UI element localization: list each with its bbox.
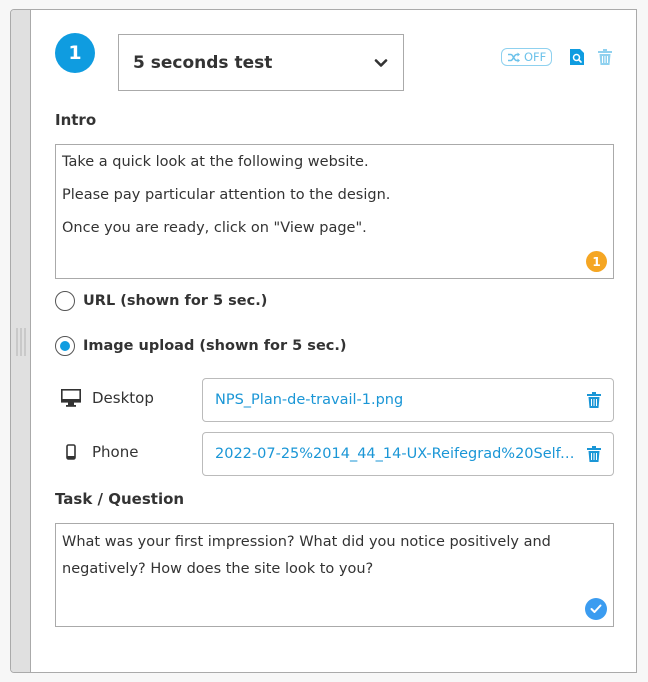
test-step-card: 1 5 seconds test OFF Intro Take a quick …: [10, 9, 637, 673]
shuffle-icon: [508, 52, 520, 62]
delete-step-trash-icon[interactable]: [598, 49, 613, 65]
phone-label: Phone: [92, 443, 139, 461]
phone-file-field[interactable]: 2022-07-25%2014_44_14-UX-Reifegrad%20Sel…: [202, 432, 614, 476]
valid-check-icon: [585, 598, 607, 620]
notice-count-badge: 1: [586, 251, 607, 272]
chevron-down-icon: [374, 58, 388, 67]
intro-line: Please pay particular attention to the d…: [62, 187, 391, 203]
delete-desktop-file-trash-icon[interactable]: [587, 392, 601, 408]
intro-textarea[interactable]: Take a quick look at the following websi…: [55, 144, 614, 279]
radio-image-upload-option[interactable]: Image upload (shown for 5 sec.): [55, 336, 347, 356]
step-number-badge: 1: [55, 33, 95, 73]
radio-image-upload-label: Image upload (shown for 5 sec.): [83, 338, 347, 354]
desktop-file-link[interactable]: NPS_Plan-de-travail-1.png: [215, 392, 577, 408]
desktop-label: Desktop: [92, 389, 154, 407]
desktop-monitor-icon: [61, 389, 81, 407]
radio-url-label: URL (shown for 5 sec.): [83, 293, 268, 309]
task-question-text: What was your first impression? What did…: [62, 534, 551, 577]
step-type-value: 5 seconds test: [133, 52, 273, 73]
radio-url[interactable]: [55, 291, 75, 311]
drag-handle-rail[interactable]: [11, 10, 31, 672]
task-question-label: Task / Question: [55, 490, 185, 508]
intro-line: Once you are ready, click on "View page"…: [62, 220, 367, 236]
step-type-select[interactable]: 5 seconds test: [118, 34, 404, 91]
intro-line: Take a quick look at the following websi…: [62, 154, 369, 170]
desktop-device-label-row: Desktop: [61, 389, 154, 407]
delete-phone-file-trash-icon[interactable]: [587, 446, 601, 462]
phone-file-link[interactable]: 2022-07-25%2014_44_14-UX-Reifegrad%20Sel…: [215, 446, 577, 462]
phone-device-label-row: Phone: [61, 443, 138, 461]
radio-url-option[interactable]: URL (shown for 5 sec.): [55, 291, 267, 311]
shuffle-state-label: OFF: [524, 50, 547, 64]
task-question-textarea[interactable]: What was your first impression? What did…: [55, 523, 614, 627]
mobile-phone-icon: [61, 444, 81, 460]
drag-grip-icon[interactable]: [16, 328, 26, 356]
preview-search-icon[interactable]: [570, 49, 585, 65]
intro-label: Intro: [55, 111, 97, 129]
step-toolbar: OFF: [501, 48, 613, 66]
desktop-file-field[interactable]: NPS_Plan-de-travail-1.png: [202, 378, 614, 422]
shuffle-toggle[interactable]: OFF: [501, 48, 553, 66]
radio-image-upload[interactable]: [55, 336, 75, 356]
